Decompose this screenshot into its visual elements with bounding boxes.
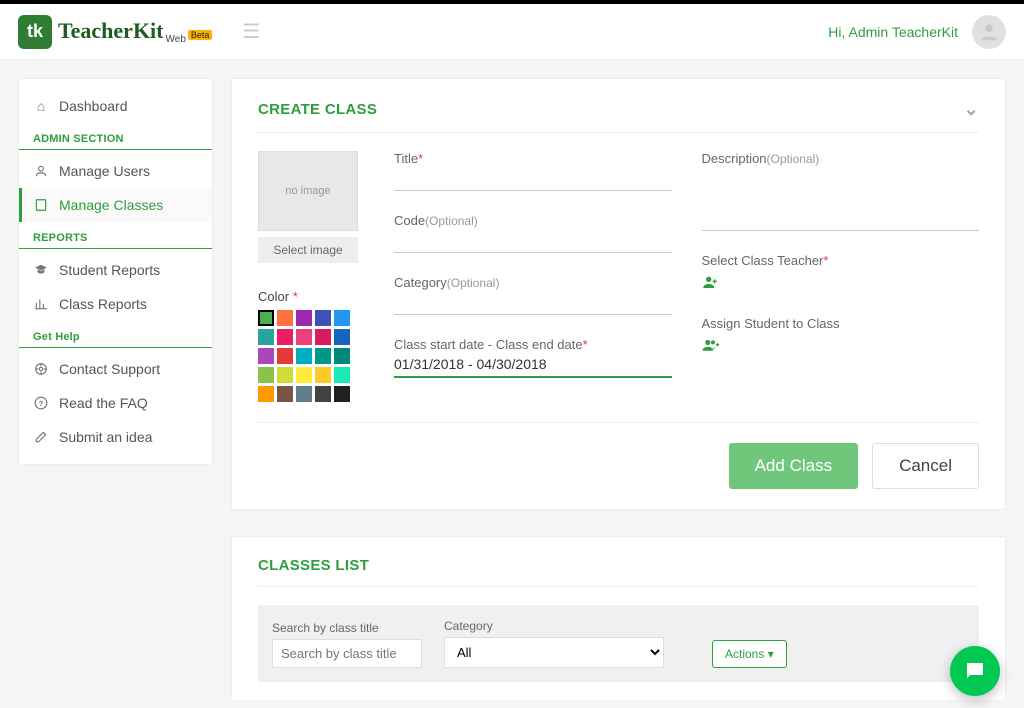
color-swatch[interactable] xyxy=(296,386,312,402)
color-swatch[interactable] xyxy=(334,329,350,345)
sidebar-item-manage-classes[interactable]: Manage Classes xyxy=(19,188,212,222)
color-swatch[interactable] xyxy=(296,348,312,364)
svg-text:?: ? xyxy=(39,399,44,408)
category-input[interactable] xyxy=(394,290,672,315)
search-label: Search by class title xyxy=(272,621,422,635)
logo-sub: Web xyxy=(166,34,186,45)
color-swatch[interactable] xyxy=(258,386,274,402)
sidebar-item-class-reports[interactable]: Class Reports xyxy=(19,287,212,321)
app-header: tk TeacherKitWebBeta ☰ Hi, Admin Teacher… xyxy=(0,4,1024,60)
grad-cap-icon xyxy=(33,263,49,277)
user-greeting: Hi, Admin TeacherKit xyxy=(828,24,958,40)
color-swatch[interactable] xyxy=(296,310,312,326)
bar-chart-icon xyxy=(33,297,49,311)
edit-icon xyxy=(33,430,49,444)
main-content: CREATE CLASS ⌄ no image Select image Col… xyxy=(213,60,1024,700)
add-student-icon[interactable] xyxy=(702,337,720,357)
sidebar-item-manage-users[interactable]: Manage Users xyxy=(19,154,212,188)
chevron-down-icon[interactable]: ⌄ xyxy=(964,99,979,120)
category-filter-label: Category xyxy=(444,619,664,633)
sidebar-item-label: Manage Classes xyxy=(59,197,163,213)
sidebar-section-admin: ADMIN SECTION xyxy=(19,123,212,150)
color-swatch[interactable] xyxy=(334,348,350,364)
color-swatch[interactable] xyxy=(277,329,293,345)
support-icon xyxy=(33,362,49,376)
color-swatch[interactable] xyxy=(315,310,331,326)
add-class-button[interactable]: Add Class xyxy=(729,443,858,489)
logo-icon: tk xyxy=(18,15,52,49)
color-swatch[interactable] xyxy=(258,329,274,345)
sidebar-section-help: Get Help xyxy=(19,321,212,348)
sidebar-item-label: Dashboard xyxy=(59,98,128,114)
code-input[interactable] xyxy=(394,228,672,253)
sidebar-item-dashboard[interactable]: ⌂ Dashboard xyxy=(19,89,212,123)
color-swatch[interactable] xyxy=(258,367,274,383)
logo: TeacherKitWebBeta xyxy=(58,18,212,45)
category-filter-select[interactable]: All xyxy=(444,637,664,668)
chat-support-button[interactable] xyxy=(950,646,1000,696)
table-header: Title Code Category Description Teacher … xyxy=(258,698,979,700)
search-input[interactable] xyxy=(272,639,422,668)
color-swatch[interactable] xyxy=(315,386,331,402)
color-swatch[interactable] xyxy=(315,367,331,383)
date-range-input[interactable]: 01/31/2018 - 04/30/2018 xyxy=(394,352,672,378)
sidebar-item-submit-idea[interactable]: Submit an idea xyxy=(19,420,212,454)
color-swatch[interactable] xyxy=(258,348,274,364)
home-icon: ⌂ xyxy=(33,98,49,114)
color-swatch[interactable] xyxy=(296,329,312,345)
device-icon xyxy=(33,198,49,212)
category-label: Category(Optional) xyxy=(394,275,672,290)
image-placeholder: no image xyxy=(258,151,358,231)
color-swatch[interactable] xyxy=(296,367,312,383)
select-teacher-label: Select Class Teacher* xyxy=(702,253,980,268)
color-swatch[interactable] xyxy=(334,367,350,383)
color-swatch[interactable] xyxy=(334,310,350,326)
color-swatch[interactable] xyxy=(277,310,293,326)
color-swatches xyxy=(258,310,368,402)
create-class-card: CREATE CLASS ⌄ no image Select image Col… xyxy=(231,78,1006,510)
color-swatch[interactable] xyxy=(277,348,293,364)
title-label: Title* xyxy=(394,151,672,166)
logo-beta-badge: Beta xyxy=(188,30,213,40)
filter-bar: Search by class title Category All Actio… xyxy=(258,605,979,682)
sidebar-item-label: Student Reports xyxy=(59,262,160,278)
color-swatch[interactable] xyxy=(277,386,293,402)
color-swatch[interactable] xyxy=(258,310,274,326)
sidebar-item-label: Manage Users xyxy=(59,163,150,179)
color-label: Color * xyxy=(258,289,368,304)
color-swatch[interactable] xyxy=(334,386,350,402)
logo-text: TeacherKit xyxy=(58,18,164,43)
dates-label: Class start date - Class end date* xyxy=(394,337,672,352)
menu-toggle-icon[interactable]: ☰ xyxy=(242,19,260,44)
color-swatch[interactable] xyxy=(315,329,331,345)
chevron-down-icon: ▾ xyxy=(768,647,774,661)
card-title: CREATE CLASS xyxy=(258,101,377,118)
select-image-button[interactable]: Select image xyxy=(258,237,358,263)
question-icon: ? xyxy=(33,396,49,410)
sidebar-item-label: Class Reports xyxy=(59,296,147,312)
sidebar-item-label: Read the FAQ xyxy=(59,395,148,411)
sidebar-item-student-reports[interactable]: Student Reports xyxy=(19,253,212,287)
avatar[interactable] xyxy=(972,15,1006,49)
color-swatch[interactable] xyxy=(277,367,293,383)
assign-student-label: Assign Student to Class xyxy=(702,316,980,331)
code-label: Code(Optional) xyxy=(394,213,672,228)
description-label: Description(Optional) xyxy=(702,151,980,166)
color-swatch[interactable] xyxy=(315,348,331,364)
sidebar: ⌂ Dashboard ADMIN SECTION Manage Users M… xyxy=(18,78,213,465)
sidebar-item-label: Contact Support xyxy=(59,361,160,377)
sidebar-section-reports: REPORTS xyxy=(19,222,212,249)
sidebar-item-read-faq[interactable]: ? Read the FAQ xyxy=(19,386,212,420)
description-input[interactable] xyxy=(702,206,980,231)
sidebar-item-contact-support[interactable]: Contact Support xyxy=(19,352,212,386)
add-teacher-icon[interactable] xyxy=(702,274,718,294)
sidebar-item-label: Submit an idea xyxy=(59,429,152,445)
classes-list-card: CLASSES LIST Search by class title Categ… xyxy=(231,536,1006,700)
card-title: CLASSES LIST xyxy=(258,557,369,574)
user-icon xyxy=(33,164,49,178)
actions-button[interactable]: Actions ▾ xyxy=(712,640,787,668)
cancel-button[interactable]: Cancel xyxy=(872,443,979,489)
title-input[interactable] xyxy=(394,166,672,191)
